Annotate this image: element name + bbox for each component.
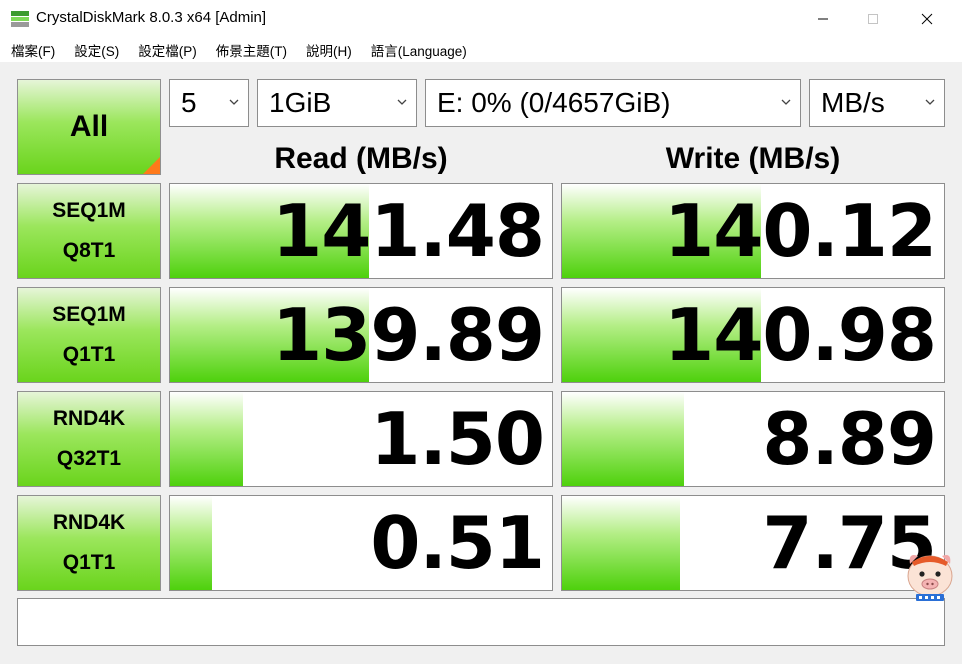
title-bar: CrystalDiskMark 8.0.3 x64 [Admin]	[0, 0, 962, 38]
test-size-value: 1GiB	[269, 87, 332, 118]
test-queue: Q8T1	[62, 239, 116, 262]
test-count-value: 5	[181, 87, 197, 118]
read-value: 141.48	[272, 189, 545, 273]
test-button-seq1m-q8t1[interactable]: SEQ1M Q8T1	[17, 183, 161, 279]
minimize-button[interactable]	[800, 0, 846, 38]
mascot-icon	[907, 555, 953, 601]
crystaldiskmark-icon	[11, 11, 29, 27]
write-result-seq1m-q1t1: 140.98	[561, 287, 945, 383]
write-level-bar	[562, 496, 681, 590]
chevron-down-icon	[229, 99, 239, 105]
maximize-button[interactable]	[850, 0, 896, 38]
menu-help[interactable]: 說明(H)	[306, 40, 352, 60]
test-name: SEQ1M	[52, 303, 126, 326]
chevron-down-icon	[925, 99, 935, 105]
drive-value: E: 0% (0/4657GiB)	[437, 87, 671, 118]
all-button-label: All	[69, 110, 109, 143]
menu-theme[interactable]: 佈景主題(T)	[216, 40, 287, 60]
read-header: Read (MB/s)	[274, 142, 448, 175]
chevron-down-icon	[781, 99, 791, 105]
read-result-seq1m-q1t1: 139.89	[169, 287, 553, 383]
menu-settings[interactable]: 設定(S)	[74, 40, 119, 60]
test-size-select[interactable]: 1GiB	[257, 79, 417, 127]
menu-profile[interactable]: 設定檔(P)	[138, 40, 197, 60]
read-level-bar	[170, 496, 213, 590]
unit-select[interactable]: MB/s	[809, 79, 945, 127]
test-button-rnd4k-q1t1[interactable]: RND4K Q1T1	[17, 495, 161, 591]
test-queue: Q32T1	[56, 447, 122, 470]
read-value: 0.51	[370, 501, 545, 585]
test-queue: Q1T1	[62, 551, 116, 574]
write-value: 8.89	[762, 397, 937, 481]
close-icon	[921, 13, 933, 25]
unit-value: MB/s	[821, 87, 885, 118]
drive-select[interactable]: E: 0% (0/4657GiB)	[425, 79, 801, 127]
maximize-icon	[868, 14, 878, 24]
read-level-bar	[170, 392, 243, 486]
write-header: Write (MB/s)	[665, 142, 841, 175]
test-name: RND4K	[52, 407, 126, 430]
chevron-down-icon	[397, 99, 407, 105]
write-result-rnd4k-q32t1: 8.89	[561, 391, 945, 487]
write-value: 140.98	[664, 293, 937, 377]
test-button-seq1m-q1t1[interactable]: SEQ1M Q1T1	[17, 287, 161, 383]
read-result-seq1m-q8t1: 141.48	[169, 183, 553, 279]
minimize-icon	[818, 18, 828, 20]
test-queue: Q1T1	[62, 343, 116, 366]
test-count-select[interactable]: 5	[169, 79, 249, 127]
read-value: 139.89	[272, 293, 545, 377]
test-name: SEQ1M	[52, 199, 126, 222]
menu-bar: 檔案(F) 設定(S) 設定檔(P) 佈景主題(T) 說明(H) 語言(Lang…	[0, 38, 962, 62]
all-corner-marker	[143, 157, 160, 174]
main-panel: All 5 1GiB E: 0% (0/4657GiB) MB/s Read (…	[0, 62, 962, 664]
all-button[interactable]: All	[17, 79, 161, 175]
write-result-rnd4k-q1t1: 7.75	[561, 495, 945, 591]
window-title: CrystalDiskMark 8.0.3 x64 [Admin]	[36, 9, 267, 26]
menu-language[interactable]: 語言(Language)	[371, 40, 467, 60]
write-result-seq1m-q8t1: 140.12	[561, 183, 945, 279]
read-result-rnd4k-q1t1: 0.51	[169, 495, 553, 591]
close-button[interactable]	[904, 0, 950, 38]
comment-box[interactable]	[17, 598, 945, 646]
write-level-bar	[562, 392, 685, 486]
read-value: 1.50	[370, 397, 545, 481]
read-result-rnd4k-q32t1: 1.50	[169, 391, 553, 487]
test-name: RND4K	[52, 511, 126, 534]
test-button-rnd4k-q32t1[interactable]: RND4K Q32T1	[17, 391, 161, 487]
menu-file[interactable]: 檔案(F)	[11, 40, 55, 60]
write-value: 140.12	[664, 189, 937, 273]
